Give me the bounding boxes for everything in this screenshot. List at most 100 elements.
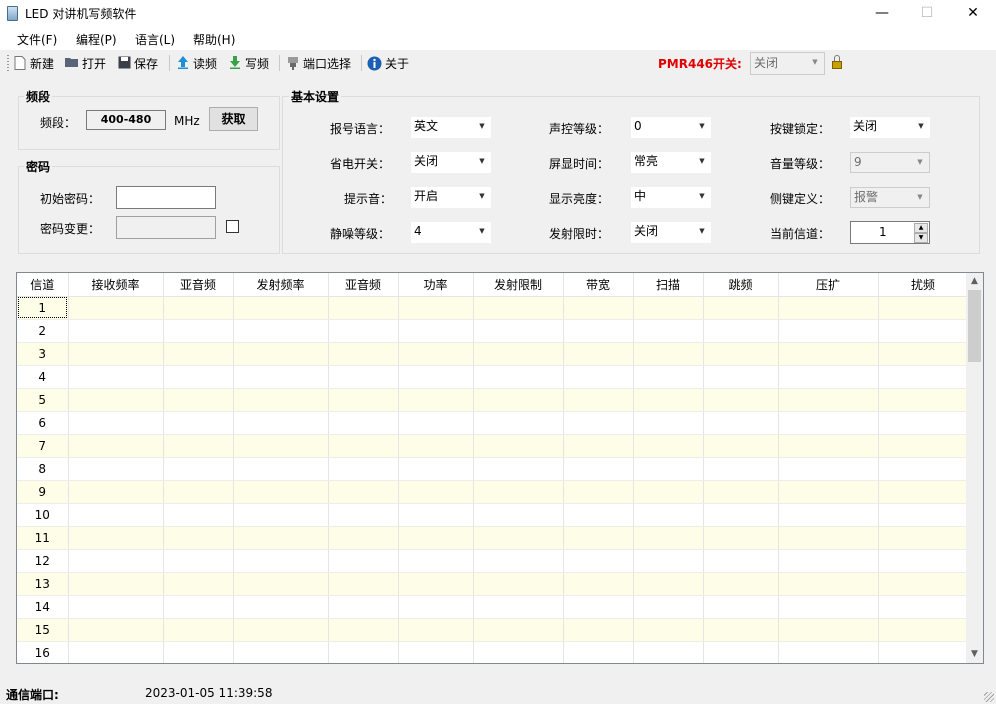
menu-language[interactable]: 语言(L)	[135, 31, 175, 48]
column-header[interactable]: 扫描	[633, 273, 704, 297]
grid-cell[interactable]	[473, 434, 564, 458]
grid-cell[interactable]	[473, 342, 564, 366]
grid-cell[interactable]	[233, 388, 329, 412]
grid-cell[interactable]	[163, 296, 234, 320]
scroll-up-icon[interactable]: ▲	[966, 273, 983, 290]
channel-number-cell[interactable]: 5	[17, 388, 69, 412]
channel-number-cell[interactable]: 16	[17, 641, 69, 663]
grid-cell[interactable]	[703, 365, 779, 389]
grid-cell[interactable]	[778, 526, 879, 550]
grid-cell[interactable]	[398, 388, 474, 412]
channel-number-cell[interactable]: 8	[17, 457, 69, 481]
grid-cell[interactable]	[473, 411, 564, 435]
grid-cell[interactable]	[633, 595, 704, 619]
grid-cell[interactable]	[163, 503, 234, 527]
grid-cell[interactable]	[68, 549, 164, 573]
grid-cell[interactable]	[163, 388, 234, 412]
grid-cell[interactable]	[703, 388, 779, 412]
grid-cell[interactable]	[68, 526, 164, 550]
grid-cell[interactable]	[633, 549, 704, 573]
column-header[interactable]: 亚音频	[328, 273, 399, 297]
grid-cell[interactable]	[398, 595, 474, 619]
grid-cell[interactable]	[163, 572, 234, 596]
grid-cell[interactable]	[633, 365, 704, 389]
grid-cell[interactable]	[778, 480, 879, 504]
grid-cell[interactable]	[703, 549, 779, 573]
grid-cell[interactable]	[563, 342, 634, 366]
grid-cell[interactable]	[778, 365, 879, 389]
table-row[interactable]: 15	[17, 618, 969, 642]
grid-cell[interactable]	[398, 319, 474, 343]
grid-cell[interactable]	[328, 365, 399, 389]
grid-cell[interactable]	[703, 480, 779, 504]
grid-cell[interactable]	[703, 618, 779, 642]
grid-cell[interactable]	[233, 411, 329, 435]
grid-cell[interactable]	[878, 595, 969, 619]
grid-cell[interactable]	[878, 296, 969, 320]
channel-number-cell[interactable]: 12	[17, 549, 69, 573]
table-row[interactable]: 12	[17, 549, 969, 573]
grid-cell[interactable]	[878, 549, 969, 573]
grid-cell[interactable]	[68, 319, 164, 343]
grid-cell[interactable]	[778, 411, 879, 435]
grid-cell[interactable]	[563, 365, 634, 389]
channel-grid[interactable]: 信道 接收频率 亚音频 发射频率 亚音频 功率 发射限制 带宽 扫描 跳频 压扩 扰频 1234567…	[16, 272, 984, 664]
power-save-select[interactable]: 关闭 ▼	[411, 152, 491, 173]
grid-cell[interactable]	[473, 641, 564, 663]
channel-number-cell[interactable]: 10	[17, 503, 69, 527]
column-header[interactable]: 扰频	[878, 273, 969, 297]
grid-cell[interactable]	[398, 457, 474, 481]
grid-cell[interactable]	[163, 641, 234, 663]
open-button[interactable]: 打开	[65, 55, 106, 71]
grid-cell[interactable]	[703, 526, 779, 550]
grid-cell[interactable]	[473, 549, 564, 573]
column-header[interactable]: 跳频	[703, 273, 779, 297]
grid-cell[interactable]	[778, 503, 879, 527]
close-button[interactable]: ✕	[950, 0, 996, 27]
grid-cell[interactable]	[778, 595, 879, 619]
grid-cell[interactable]	[328, 480, 399, 504]
grid-cell[interactable]	[473, 618, 564, 642]
grid-cell[interactable]	[633, 526, 704, 550]
grid-cell[interactable]	[68, 434, 164, 458]
grid-cell[interactable]	[398, 641, 474, 663]
display-time-select[interactable]: 常亮 ▼	[631, 152, 711, 173]
grid-cell[interactable]	[328, 641, 399, 663]
grid-cell[interactable]	[878, 411, 969, 435]
grid-cell[interactable]	[473, 365, 564, 389]
grid-cell[interactable]	[563, 319, 634, 343]
grid-cell[interactable]	[328, 572, 399, 596]
grid-cell[interactable]	[703, 641, 779, 663]
grid-cell[interactable]	[473, 526, 564, 550]
channel-number-cell[interactable]: 9	[17, 480, 69, 504]
channel-number-cell[interactable]: 2	[17, 319, 69, 343]
grid-cell[interactable]	[163, 319, 234, 343]
grid-cell[interactable]	[163, 618, 234, 642]
grid-cell[interactable]	[563, 296, 634, 320]
prompt-tone-select[interactable]: 开启 ▼	[411, 187, 491, 208]
grid-cell[interactable]	[328, 296, 399, 320]
table-row[interactable]: 13	[17, 572, 969, 596]
grid-cell[interactable]	[233, 319, 329, 343]
grid-cell[interactable]	[233, 549, 329, 573]
scroll-down-icon[interactable]: ▼	[966, 646, 983, 663]
grid-cell[interactable]	[563, 549, 634, 573]
channel-number-cell[interactable]: 6	[17, 411, 69, 435]
table-row[interactable]: 14	[17, 595, 969, 619]
grid-cell[interactable]	[633, 503, 704, 527]
grid-cell[interactable]	[563, 618, 634, 642]
grid-cell[interactable]	[233, 342, 329, 366]
table-row[interactable]: 3	[17, 342, 969, 366]
grid-cell[interactable]	[68, 503, 164, 527]
channel-number-cell[interactable]: 13	[17, 572, 69, 596]
grid-cell[interactable]	[328, 434, 399, 458]
tx-limit-select[interactable]: 关闭 ▼	[631, 222, 711, 243]
grid-cell[interactable]	[163, 595, 234, 619]
grid-cell[interactable]	[163, 526, 234, 550]
grid-cell[interactable]	[703, 457, 779, 481]
grid-cell[interactable]	[878, 526, 969, 550]
grid-cell[interactable]	[563, 457, 634, 481]
grid-cell[interactable]	[68, 411, 164, 435]
volume-level-select[interactable]: 9 ▼	[850, 152, 930, 173]
channel-number-cell[interactable]: 4	[17, 365, 69, 389]
